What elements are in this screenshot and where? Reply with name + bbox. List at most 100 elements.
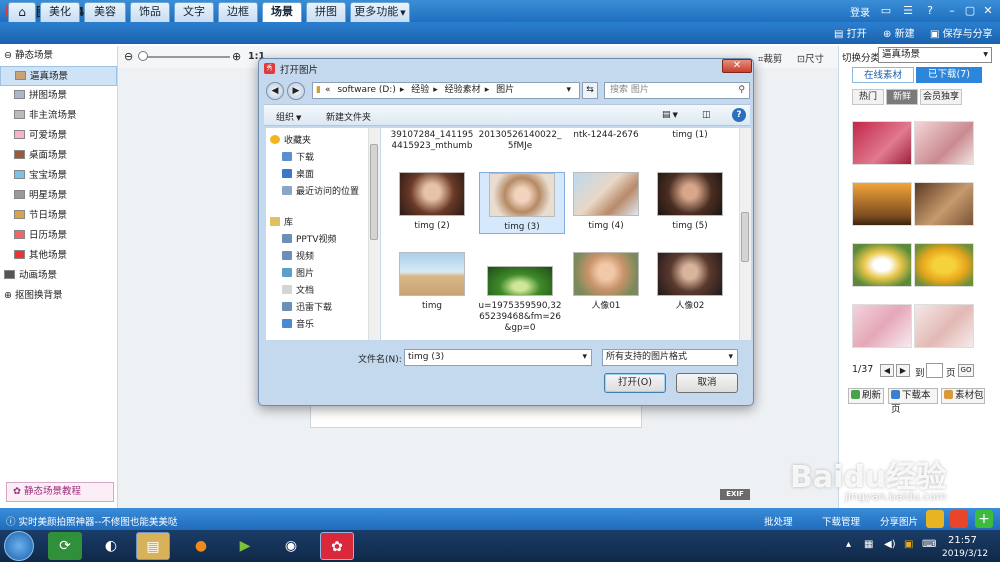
taskbar-firefox-icon[interactable]: ● [184,532,218,560]
tray-network-icon[interactable]: ▦ [864,539,873,550]
breadcrumb-drive[interactable]: software (D:) [337,85,396,95]
crop-tool[interactable]: ⌗裁剪 [758,51,782,65]
page-number-input[interactable] [926,363,943,378]
maximize-icon[interactable]: ▢ [962,3,978,18]
taskbar-explorer-icon[interactable]: ▤ [136,532,170,560]
file-type-select[interactable]: 所有支持的图片格式 ▾ [602,349,738,366]
tab-text[interactable]: 文字 [174,2,214,22]
cancel-button[interactable]: 取消 [676,373,738,393]
exif-badge[interactable]: EXIF [720,489,750,500]
static-scenes-header[interactable]: ⊖ 静态场景 [0,46,117,66]
refresh-button[interactable]: 刷新 [848,388,884,404]
category-desktop[interactable]: 桌面场景 [0,146,117,166]
material-thumbnail[interactable] [852,243,912,287]
organize-button[interactable]: 组织 ▼ [276,110,301,123]
file-item[interactable]: timg (4) [563,172,649,232]
preview-pane-button[interactable]: ◫ [702,110,711,120]
view-options-button[interactable]: ▤ ▼ [662,110,678,120]
tab-online-materials[interactable]: 在线素材 [852,67,914,83]
login-link[interactable]: 登录 [850,4,870,19]
dialog-close-button[interactable]: ✕ [722,59,752,73]
file-list-scrollbar-thumb[interactable] [741,212,749,262]
nav-pictures[interactable]: 图片 [266,266,368,283]
taskbar-record-icon[interactable]: ◉ [274,532,308,560]
address-refresh-button[interactable]: ⇆ [582,82,598,99]
tray-icon[interactable]: ▴ [846,539,851,550]
size-tool[interactable]: ⊡尺寸 [797,51,824,65]
file-item[interactable]: timg (2) [389,172,475,232]
file-item[interactable]: 20130526140022_5fMJe [477,130,563,152]
tab-accessories[interactable]: 饰品 [130,2,170,22]
breadcrumb-current[interactable]: 图片 [496,85,514,95]
address-bar[interactable]: ▮ « software (D:) ▸ 经验 ▸ 经验素材 ▸ 图片 ▾ [312,82,580,99]
breadcrumb-folder[interactable]: 经验 [411,85,429,95]
zoom-slider-handle[interactable] [138,51,148,61]
category-star[interactable]: 明星场景 [0,186,117,206]
material-thumbnail[interactable] [852,121,912,165]
nav-recent-places[interactable]: 最近访问的位置 [266,184,368,201]
minimize-icon[interactable]: – [944,3,960,18]
category-realistic[interactable]: 逼真场景 [0,66,117,86]
clock-date[interactable]: 2019/3/12 [942,549,988,559]
share-image-link[interactable]: 分享图片 [880,514,918,528]
material-thumbnail[interactable] [914,121,974,165]
clock-time[interactable]: 21:57 [948,535,977,546]
category-baby[interactable]: 宝宝场景 [0,166,117,186]
file-item[interactable]: 人像02 [647,252,733,312]
category-calendar[interactable]: 日历场景 [0,226,117,246]
weibo-icon[interactable] [950,510,968,528]
add-icon[interactable]: + [975,510,993,528]
skin-icon[interactable]: ▭ [878,3,894,18]
tab-face[interactable]: 美容 [84,2,126,22]
tab-border[interactable]: 边框 [218,2,258,22]
material-library-button[interactable]: 素材包 [941,388,985,404]
file-item[interactable]: 39107284_1411954415923_mthumb [389,130,475,152]
category-holiday[interactable]: 节日场景 [0,206,117,226]
zoom-slider-track[interactable] [142,56,230,58]
taskbar-qq-icon[interactable]: ◐ [94,532,128,560]
batch-link[interactable]: 批处理 [764,514,793,528]
save-share-action[interactable]: ▣ 保存与分享 [930,25,993,40]
taskbar-media-icon[interactable]: ▶ [228,532,262,560]
nav-pptv-video[interactable]: PPTV视频 [266,232,368,249]
material-thumbnail[interactable] [852,304,912,348]
zoom-in-icon[interactable]: ⊕ [232,50,241,63]
tab-collage[interactable]: 拼图 [306,2,346,22]
next-page-button[interactable]: ▶ [896,364,910,377]
tray-keyboard-icon[interactable]: ⌨ [922,539,936,550]
file-item[interactable]: timg [389,252,475,312]
vip-icon[interactable] [926,510,944,528]
chevron-down-icon[interactable]: ▾ [566,83,571,98]
material-thumbnail[interactable] [914,243,974,287]
subtab-hot[interactable]: 热门 [852,89,884,105]
file-item[interactable]: timg (1) [647,130,733,141]
tab-downloaded[interactable]: 已下载(7) [916,67,982,83]
search-input[interactable]: 搜索 图片 ⚲ [604,82,750,99]
material-thumbnail[interactable] [852,182,912,226]
file-item-selected[interactable]: timg (3) [479,172,565,234]
home-tab[interactable]: ⌂ [8,2,36,22]
prev-page-button[interactable]: ◀ [880,364,894,377]
tab-beautify[interactable]: 美化 [40,2,80,22]
nav-videos[interactable]: 视频 [266,249,368,266]
file-item[interactable]: 人像01 [563,252,649,312]
breadcrumb-folder[interactable]: 经验素材 [445,85,481,95]
tab-scene[interactable]: 场景 [262,2,302,22]
download-manager-link[interactable]: 下载管理 [822,514,860,528]
taskbar-360-icon[interactable]: ⟳ [48,532,82,560]
material-thumbnail[interactable] [914,304,974,348]
tray-app-icon[interactable]: ▣ [904,539,913,550]
category-nonmainstream[interactable]: 非主流场景 [0,106,117,126]
menu-icon[interactable]: ☰ [900,3,916,18]
status-promo-link[interactable]: ⓘ 实时美颜拍照神器--不修图也能美美哒 [6,514,177,528]
help-icon[interactable]: ? [922,3,938,18]
start-button[interactable] [4,531,34,561]
open-button[interactable]: 打开(O) [604,373,666,393]
nav-desktop[interactable]: 桌面 [266,167,368,184]
animated-scenes-header[interactable]: 动画场景 [0,266,117,286]
taskbar-meitu-icon[interactable]: ✿ [320,532,354,560]
nav-libraries[interactable]: 库 [266,215,368,232]
new-action[interactable]: ⊕ 新建 [883,25,915,40]
tab-more-features[interactable]: 更多功能 ▼ [350,2,410,22]
file-item[interactable]: u=1975359590,3265239468&fm=26&gp=0 [477,266,563,334]
